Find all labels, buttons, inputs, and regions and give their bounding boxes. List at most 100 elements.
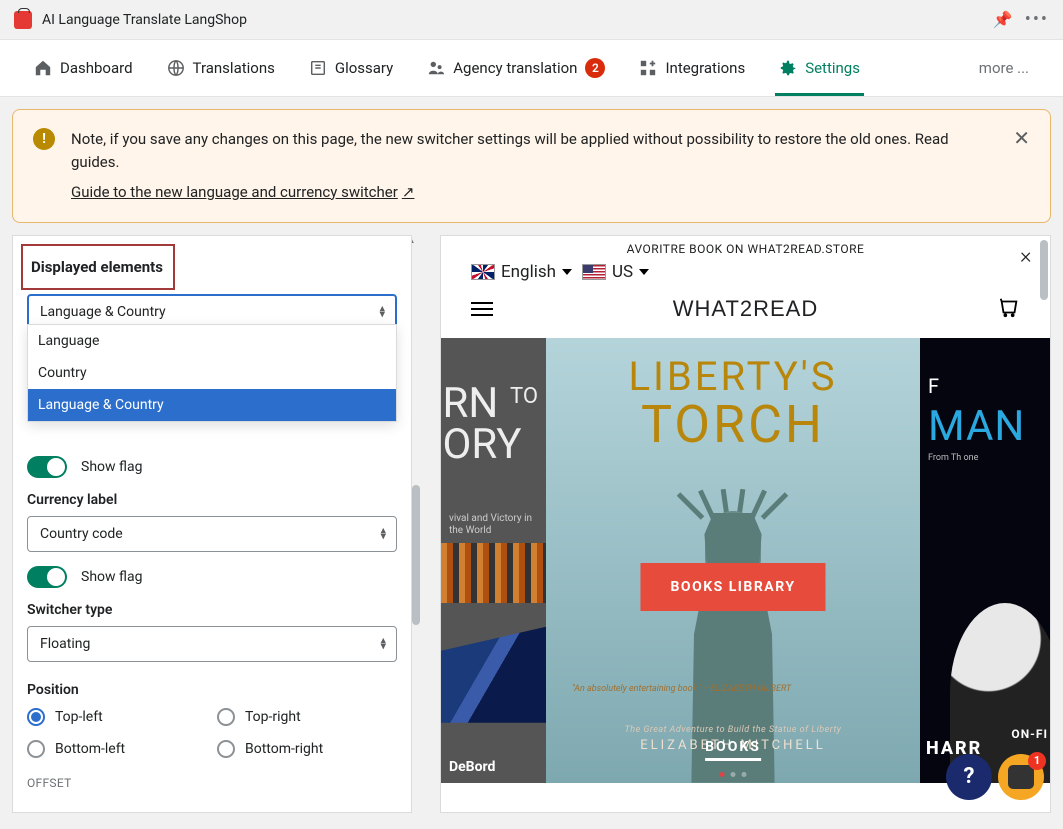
displayed-elements-value: Language & Country xyxy=(40,304,166,320)
hamburger-menu-icon[interactable] xyxy=(471,302,493,316)
hero-center-title1: LIBERTY'S xyxy=(628,353,837,400)
uk-flag-icon xyxy=(471,264,495,280)
tab-translations-label: Translations xyxy=(193,59,275,77)
tab-agency[interactable]: Agency translation 2 xyxy=(427,40,605,96)
show-flag-label-1: Show flag xyxy=(81,459,142,475)
preview-pane: AVORITRE BOOK ON WHAT2READ.STORE × Engli… xyxy=(440,235,1051,813)
close-icon[interactable]: ✕ xyxy=(1013,128,1030,148)
preview-switcher: English US xyxy=(441,258,1050,290)
hero-carousel: RN TO ORY vival and Victory in the World… xyxy=(441,338,1050,783)
app-icon xyxy=(14,11,32,29)
tab-translations[interactable]: Translations xyxy=(167,41,275,95)
hero-left-author: DeBord xyxy=(449,759,495,775)
pin-icon[interactable]: 📌 xyxy=(993,10,1013,29)
us-flag-icon xyxy=(582,264,606,280)
radio-icon xyxy=(217,708,235,726)
select-caret-icon: ▴▾ xyxy=(380,527,386,540)
tab-settings[interactable]: Settings xyxy=(779,41,860,95)
hero-right-sub: From Th one xyxy=(928,453,978,463)
carousel-dots[interactable] xyxy=(720,772,747,777)
warning-banner: ! Note, if you save any changes on this … xyxy=(12,109,1051,223)
agency-badge: 2 xyxy=(585,58,605,78)
radio-icon xyxy=(27,740,45,758)
book-icon xyxy=(309,59,327,77)
switcher-type-select[interactable]: Floating ▴▾ xyxy=(27,626,397,662)
section-displayed-elements: Displayed elements xyxy=(27,250,169,284)
hero-center-title2: TORCH xyxy=(641,394,825,455)
tab-integrations[interactable]: Integrations xyxy=(639,41,745,95)
warning-guide-link[interactable]: Guide to the new language and currency s… xyxy=(71,181,414,204)
position-top-left-label: Top-left xyxy=(55,709,103,725)
position-bottom-left-label: Bottom-left xyxy=(55,741,125,757)
position-top-right-label: Top-right xyxy=(245,709,301,725)
displayed-elements-dropdown: Language Country Language & Country xyxy=(27,324,397,422)
show-flag-label-2: Show flag xyxy=(81,569,142,585)
settings-sidebar: Displayed elements Language & Country ▴▾… xyxy=(12,235,412,813)
language-label: English xyxy=(501,262,556,282)
hero-center-quote: "An absolutely entertaining book." —ELIZ… xyxy=(572,684,791,695)
chevron-down-icon xyxy=(639,269,649,275)
tab-settings-label: Settings xyxy=(805,59,860,77)
app-title: AI Language Translate LangShop xyxy=(42,12,247,28)
warning-guide-link-text: Guide to the new language and currency s… xyxy=(71,181,398,204)
preview-banner-text: AVORITRE BOOK ON WHAT2READ.STORE xyxy=(627,242,865,256)
position-bottom-right[interactable]: Bottom-right xyxy=(217,740,397,758)
currency-label-value: Country code xyxy=(40,526,123,542)
agency-icon xyxy=(427,59,445,77)
select-caret-icon: ▴▾ xyxy=(380,637,386,650)
hero-left-line3: ORY xyxy=(443,420,522,469)
hero-category-link[interactable]: BOOKS xyxy=(705,739,761,761)
hero-slide-prev[interactable]: RN TO ORY vival and Victory in the World… xyxy=(441,338,546,783)
preview-close-icon[interactable]: × xyxy=(1020,244,1032,269)
home-icon xyxy=(34,59,52,77)
more-menu-icon[interactable]: ••• xyxy=(1025,9,1049,30)
hero-center-tagline: The Great Adventure to Build the Statue … xyxy=(625,725,842,735)
tab-agency-label: Agency translation xyxy=(453,59,577,77)
hero-right-title: MAN xyxy=(928,402,1025,451)
help-button[interactable]: ? xyxy=(946,754,992,800)
position-top-right[interactable]: Top-right xyxy=(217,708,397,726)
hero-left-line2: TO xyxy=(510,384,538,409)
chat-button[interactable]: 1 xyxy=(998,754,1044,800)
hero-right-tag: ON-FI xyxy=(1011,727,1048,741)
language-switcher[interactable]: English xyxy=(471,262,572,282)
hero-slide-current[interactable]: LIBERTY'S TORCH "An absolutely entertain… xyxy=(546,338,920,783)
currency-label-select[interactable]: Country code ▴▾ xyxy=(27,516,397,552)
titlebar: AI Language Translate LangShop 📌 ••• xyxy=(0,0,1063,39)
chevron-down-icon xyxy=(562,269,572,275)
position-bottom-left[interactable]: Bottom-left xyxy=(27,740,207,758)
hero-slide-next[interactable]: F MAN From Th one ON-FI HARR xyxy=(920,338,1050,783)
radio-icon xyxy=(217,740,235,758)
switcher-type-value: Floating xyxy=(40,636,90,652)
brand-logo[interactable]: WHAT2READ xyxy=(673,296,819,322)
dropdown-option-country[interactable]: Country xyxy=(28,357,396,389)
grid-plus-icon xyxy=(639,59,657,77)
position-heading: Position xyxy=(27,682,397,698)
show-flag-toggle-2[interactable] xyxy=(27,566,67,588)
dropdown-option-language[interactable]: Language xyxy=(28,325,396,357)
currency-label-heading: Currency label xyxy=(27,492,397,508)
show-flag-toggle-1[interactable] xyxy=(27,456,67,478)
country-switcher[interactable]: US xyxy=(582,262,649,282)
sidebar-scrollbar[interactable] xyxy=(412,485,420,625)
gear-icon xyxy=(779,59,797,77)
preview-banner: AVORITRE BOOK ON WHAT2READ.STORE × xyxy=(441,236,1050,258)
dropdown-option-language-country[interactable]: Language & Country xyxy=(28,389,396,421)
books-library-button[interactable]: BOOKS LIBRARY xyxy=(640,563,825,611)
select-caret-icon: ▴▾ xyxy=(379,305,385,318)
offset-heading: OFFSET xyxy=(27,776,397,790)
tab-glossary-label: Glossary xyxy=(335,59,393,77)
globe-icon xyxy=(167,59,185,77)
tab-dashboard[interactable]: Dashboard xyxy=(34,41,133,95)
tab-glossary[interactable]: Glossary xyxy=(309,41,393,95)
country-label: US xyxy=(612,262,633,282)
tabs-more[interactable]: more ... xyxy=(979,59,1029,77)
cart-icon[interactable] xyxy=(998,296,1020,322)
chat-badge: 1 xyxy=(1028,752,1046,770)
hero-right-for: F xyxy=(928,374,1025,398)
hero-left-sub: vival and Victory in the World xyxy=(449,513,546,537)
switcher-type-heading: Switcher type xyxy=(27,602,397,618)
position-top-left[interactable]: Top-left xyxy=(27,708,207,726)
warning-icon: ! xyxy=(33,128,55,150)
tab-dashboard-label: Dashboard xyxy=(60,59,133,77)
